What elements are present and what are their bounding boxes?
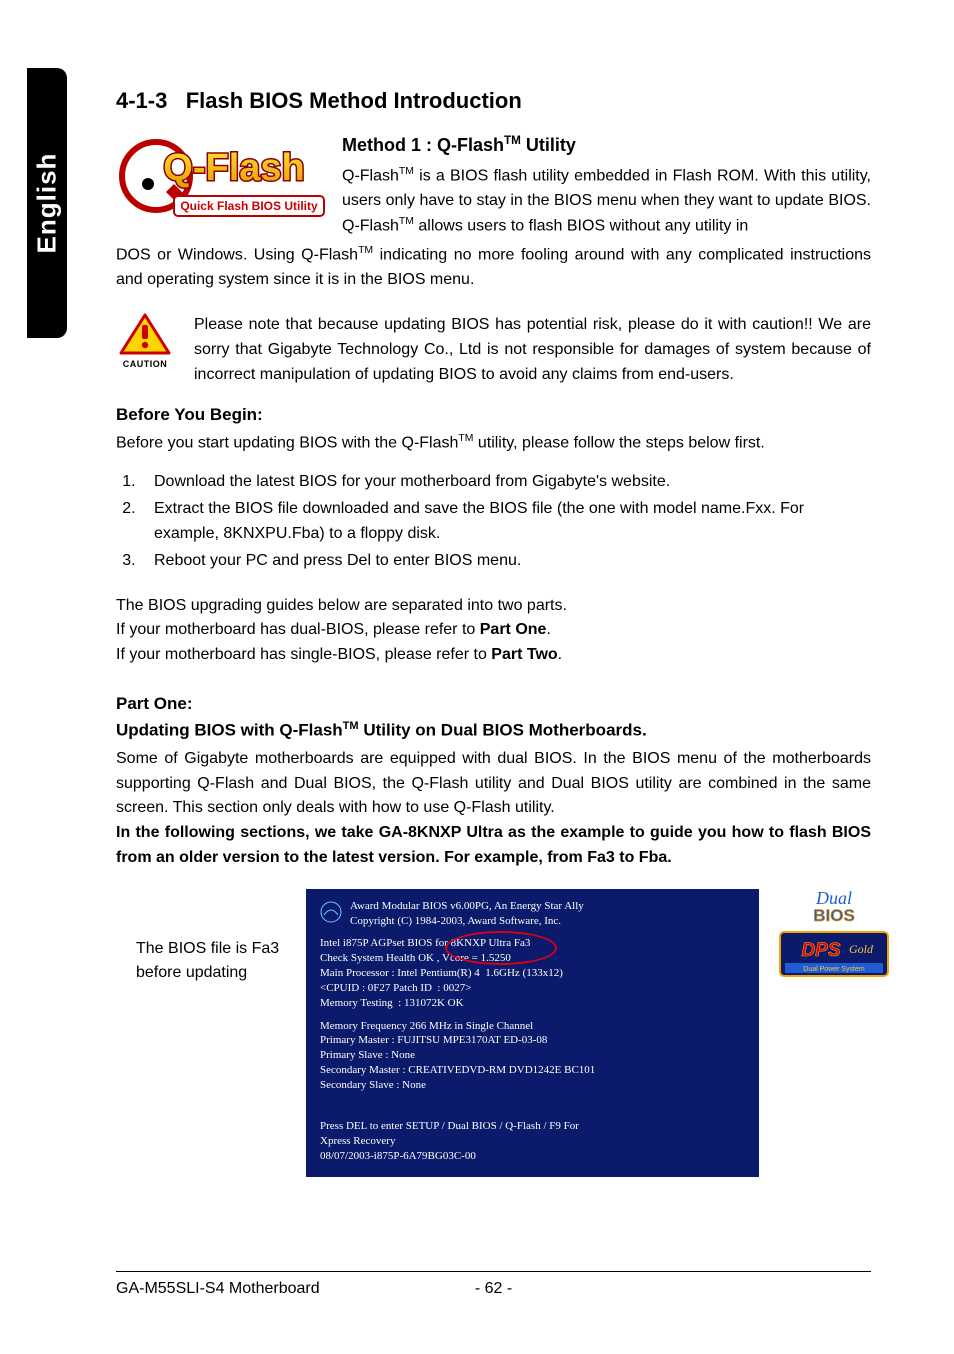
bios-line: Secondary Master : CREATIVEDVD-RM DVD124… [320, 1063, 745, 1078]
before-begin-intro: Before you start updating BIOS with the … [116, 431, 871, 456]
list-item: Extract the BIOS file downloaded and sav… [140, 497, 871, 547]
caution-block: CAUTION Please note that because updatin… [116, 313, 871, 387]
bios-line: Secondary Slave : None [320, 1078, 745, 1093]
qflash-logo-sub: Quick Flash BIOS Utility [180, 199, 318, 213]
footer-page-number: - 62 - [475, 1280, 512, 1298]
badge-text-gold: Gold [849, 942, 874, 956]
bios-line: 08/07/2003-i875P-6A79BG03C-00 [320, 1149, 745, 1164]
part-one-bold: In the following sections, we take GA-8K… [116, 821, 871, 871]
caution-text: Please note that because updating BIOS h… [194, 313, 871, 387]
section-number: 4-1-3 [116, 88, 167, 113]
bios-line: <CPUID : 0F27 Patch ID : 0027> [320, 981, 745, 996]
badge-text-dps: DPS [801, 940, 840, 961]
intro-paragraph-right: Q-FlashTM is a BIOS flash utility embedd… [342, 164, 871, 239]
part-one-subheading: Updating BIOS with Q-FlashTM Utility on … [116, 720, 871, 741]
bios-line: Primary Slave : None [320, 1048, 745, 1063]
bios-caption: The BIOS file is Fa3 before updating [116, 937, 306, 985]
caution-icon: CAUTION [116, 313, 174, 387]
bios-screenshot: Award Modular BIOS v6.00PG, An Energy St… [306, 889, 759, 1178]
section-title: 4-1-3 Flash BIOS Method Introduction [116, 88, 871, 114]
guides-intro-1: The BIOS upgrading guides below are sepa… [116, 594, 871, 619]
language-tab-label: English [32, 153, 63, 254]
bios-line: Xpress Recovery [320, 1134, 745, 1149]
method1-title: Method 1 : Q-FlashTM Utility [342, 134, 871, 156]
badge-text-bios: BIOS [813, 906, 855, 923]
steps-list: Download the latest BIOS for your mother… [116, 470, 871, 573]
bios-line: Award Modular BIOS v6.00PG, An Energy St… [350, 899, 584, 914]
part-one-body: Some of Gigabyte motherboards are equipp… [116, 747, 871, 821]
bios-line: Memory Testing : 131072K OK [320, 996, 745, 1011]
badge-text-dps-sub: Dual Power System [803, 966, 865, 973]
energystar-icon [320, 901, 342, 923]
page-content: 4-1-3 Flash BIOS Method Introduction Q-F… [116, 88, 871, 1177]
bios-line: Press DEL to enter SETUP / Dual BIOS / Q… [320, 1119, 745, 1134]
bios-figure-block: The BIOS file is Fa3 before updating Awa… [116, 889, 871, 1178]
list-item: Download the latest BIOS for your mother… [140, 470, 871, 495]
page-footer: GA-M55SLI-S4 Motherboard - 62 - [116, 1271, 871, 1298]
language-tab: English [27, 68, 67, 338]
bios-line: Memory Frequency 266 MHz in Single Chann… [320, 1019, 745, 1034]
part-one-heading: Part One: [116, 694, 871, 714]
guides-intro-2: If your motherboard has dual-BIOS, pleas… [116, 618, 871, 643]
intro-paragraph-continued: DOS or Windows. Using Q-FlashTM indicati… [116, 243, 871, 293]
bios-line: Intel i875P AGPset BIOS for 8KNXP Ultra … [320, 936, 745, 951]
footer-left: GA-M55SLI-S4 Motherboard [116, 1280, 320, 1297]
bios-line: Primary Master : FUJITSU MPE3170AT ED-03… [320, 1033, 745, 1048]
section-title-text: Flash BIOS Method Introduction [186, 88, 522, 113]
dps-gold-badge: DPS Gold Dual Power System [779, 931, 889, 977]
side-badges: Dual BIOS DPS Gold Dual Power System [769, 889, 899, 977]
bios-line: Check System Health OK , Vcore = 1.5250 [320, 951, 745, 966]
dual-bios-badge: Dual BIOS [779, 889, 889, 923]
before-begin-heading: Before You Begin: [116, 405, 871, 425]
list-item: Reboot your PC and press Del to enter BI… [140, 549, 871, 574]
bios-line: Copyright (C) 1984-2003, Award Software,… [350, 914, 584, 929]
qflash-logo: Q-Flash Quick Flash BIOS Utility [116, 134, 326, 224]
guides-intro-3: If your motherboard has single-BIOS, ple… [116, 643, 871, 668]
bios-line: Main Processor : Intel Pentium(R) 4 1.6G… [320, 966, 745, 981]
caution-label: CAUTION [116, 359, 174, 369]
qflash-logo-main: Q-Flash [163, 147, 304, 189]
